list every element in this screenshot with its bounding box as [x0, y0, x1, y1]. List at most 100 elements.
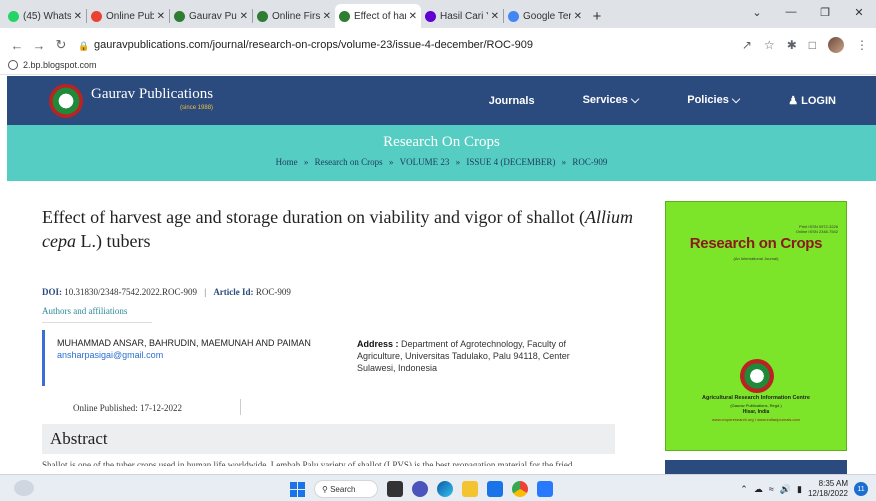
profile-avatar[interactable]	[828, 37, 844, 53]
restore-icon[interactable]: ❐	[808, 2, 842, 22]
share-icon[interactable]: ↗	[742, 38, 752, 52]
browser-tab[interactable]: Effect of harve✕	[335, 4, 421, 28]
author-names: MUHAMMAD ANSAR, BAHRUDIN, MAEMUNAH AND P…	[57, 338, 311, 348]
close-tab-icon[interactable]: ✕	[491, 11, 499, 22]
edge-icon[interactable]	[437, 481, 453, 497]
journal-title: Research On Crops	[383, 134, 500, 150]
author-email[interactable]: ansharpasigai@gmail.com	[57, 350, 357, 360]
extensions-icon[interactable]: ✱	[787, 38, 797, 52]
wifi-icon[interactable]: ≈	[769, 484, 774, 494]
close-tab-icon[interactable]: ✕	[409, 11, 417, 22]
tab-search-icon[interactable]: ⌄	[740, 2, 774, 22]
breadcrumb-journal[interactable]: Research on Crops	[315, 157, 383, 167]
browser-tab[interactable]: Online Publicat✕	[87, 4, 169, 28]
browser-tab[interactable]: (45) WhatsApp✕	[4, 4, 86, 28]
article-meta: DOI: 10.31830/2348-7542.2022.ROC-909 | A…	[42, 287, 291, 297]
bookmark-star-icon[interactable]: ☆	[764, 38, 775, 52]
gmail-icon	[91, 10, 102, 22]
system-tray: ⌃ ☁ ≈ 🔊 ▮ 8:35 AM 12/18/2022 11	[740, 479, 868, 499]
brand-name[interactable]: Gaurav Publications (since 1988)	[91, 86, 213, 115]
clock[interactable]: 8:35 AM 12/18/2022	[808, 479, 848, 499]
whatsapp-icon	[8, 10, 19, 22]
tab-title: Gaurav Publica	[189, 10, 237, 22]
close-tab-icon[interactable]: ✕	[74, 11, 82, 22]
close-tab-icon[interactable]: ✕	[157, 11, 165, 22]
lock-icon: 🔒	[78, 40, 90, 51]
cover-url: www.cropsresearch.org / www.indianjourna…	[711, 417, 801, 422]
notification-badge[interactable]: 11	[854, 482, 868, 496]
abstract-text: Shallot is one of the tuber crops used i…	[42, 460, 573, 466]
login-label: LOGIN	[801, 95, 836, 107]
chrome-icon[interactable]	[512, 481, 528, 497]
authors-list: MUHAMMAD ANSAR, BAHRUDIN, MAEMUNAH AND P…	[57, 338, 357, 386]
breadcrumb-article: ROC-909	[572, 157, 608, 167]
site-header: Gaurav Publications (since 1988) Journal…	[7, 76, 876, 125]
search-icon: ⚲	[322, 484, 331, 494]
cover-publisher: Agricultural Research Information Centre…	[666, 395, 846, 423]
breadcrumb-issue[interactable]: ISSUE 4 (DECEMBER)	[466, 157, 555, 167]
site-icon	[174, 10, 185, 22]
browser-tab[interactable]: Hasil Cari Yaho✕	[421, 4, 503, 28]
browser-tab[interactable]: Online First Ar✕	[253, 4, 335, 28]
back-icon[interactable]: ←	[8, 38, 26, 53]
start-icon[interactable]	[290, 481, 305, 497]
clock-time: 8:35 AM	[818, 479, 848, 488]
cover-subtitle: (An International Journal)	[733, 256, 779, 261]
translate-icon	[508, 10, 519, 22]
authors-affiliations-tab[interactable]: Authors and affiliations	[42, 306, 152, 323]
close-tab-icon[interactable]: ✕	[323, 11, 331, 22]
forward-icon[interactable]: →	[30, 38, 48, 53]
menu-icon[interactable]: ⋮	[856, 38, 868, 52]
site-icon	[339, 10, 350, 22]
teams-chat-icon[interactable]	[412, 481, 428, 497]
meta-separator: |	[204, 287, 207, 297]
globe-icon	[8, 59, 18, 70]
cover-org-name: Agricultural Research Information Centre	[702, 395, 810, 401]
tab-title: Online First Ar	[272, 10, 320, 22]
app-icon[interactable]	[537, 481, 553, 497]
doi-value[interactable]: 10.31830/2348-7542.2022.ROC-909	[64, 287, 197, 297]
address-label: Address :	[357, 339, 399, 349]
breadcrumb-home[interactable]: Home	[276, 157, 298, 167]
browser-tab[interactable]: Google Terjem✕	[504, 4, 586, 28]
nav-journals[interactable]: Journals	[489, 95, 535, 107]
nav-login[interactable]: ♟ LOGIN	[788, 94, 836, 107]
clock-date: 12/18/2022	[807, 489, 848, 498]
task-view-icon[interactable]	[387, 481, 403, 497]
store-icon[interactable]	[487, 481, 503, 497]
sidepanel-icon[interactable]: □	[809, 38, 816, 52]
url-field[interactable]: 🔒 gauravpublications.com/journal/researc…	[78, 33, 734, 57]
new-tab-button[interactable]: +	[586, 4, 608, 28]
close-tab-icon[interactable]: ✕	[240, 11, 248, 22]
tab-title: (45) WhatsApp	[23, 10, 71, 22]
url-text: gauravpublications.com/journal/research-…	[94, 39, 533, 51]
file-explorer-icon[interactable]	[462, 481, 478, 497]
journal-cover[interactable]: Print ISSN 0972-3226 Online ISSN 2348-75…	[665, 201, 847, 451]
close-window-icon[interactable]: ✕	[842, 2, 876, 22]
battery-icon[interactable]: ▮	[797, 484, 802, 495]
cloud-icon[interactable]: ☁	[754, 484, 763, 495]
cover-emblem	[740, 359, 774, 393]
nav-policies[interactable]: Policies ⌵	[687, 94, 740, 107]
nav-services[interactable]: Services ⌵	[583, 94, 640, 107]
breadcrumb-separator: »	[303, 157, 309, 167]
browser-tab[interactable]: Gaurav Publica✕	[170, 4, 252, 28]
widgets-icon[interactable]	[14, 480, 34, 496]
bookmark-item[interactable]: 2.bp.blogspot.com	[23, 60, 97, 70]
publisher-logo[interactable]	[49, 83, 83, 118]
close-tab-icon[interactable]: ✕	[574, 11, 582, 22]
minimize-icon[interactable]: —	[774, 2, 808, 22]
yahoo-icon	[425, 10, 436, 22]
tab-title: Online Publicat	[106, 10, 154, 22]
reload-icon[interactable]: ↻	[52, 37, 70, 53]
volume-icon[interactable]: 🔊	[780, 484, 791, 495]
breadcrumb-volume[interactable]: VOLUME 23	[400, 157, 450, 167]
article-title: Effect of harvest age and storage durati…	[42, 205, 642, 253]
cover-city: Hisar, India	[742, 409, 770, 415]
divider	[240, 399, 241, 415]
published-date: Online Published: 17-12-2022	[73, 403, 182, 413]
tab-title: Hasil Cari Yaho	[440, 10, 488, 22]
taskbar-search[interactable]: ⚲ Search	[314, 480, 378, 498]
chevron-up-icon[interactable]: ⌃	[740, 484, 748, 495]
window-controls: ⌄ — ❐ ✕	[740, 2, 876, 22]
